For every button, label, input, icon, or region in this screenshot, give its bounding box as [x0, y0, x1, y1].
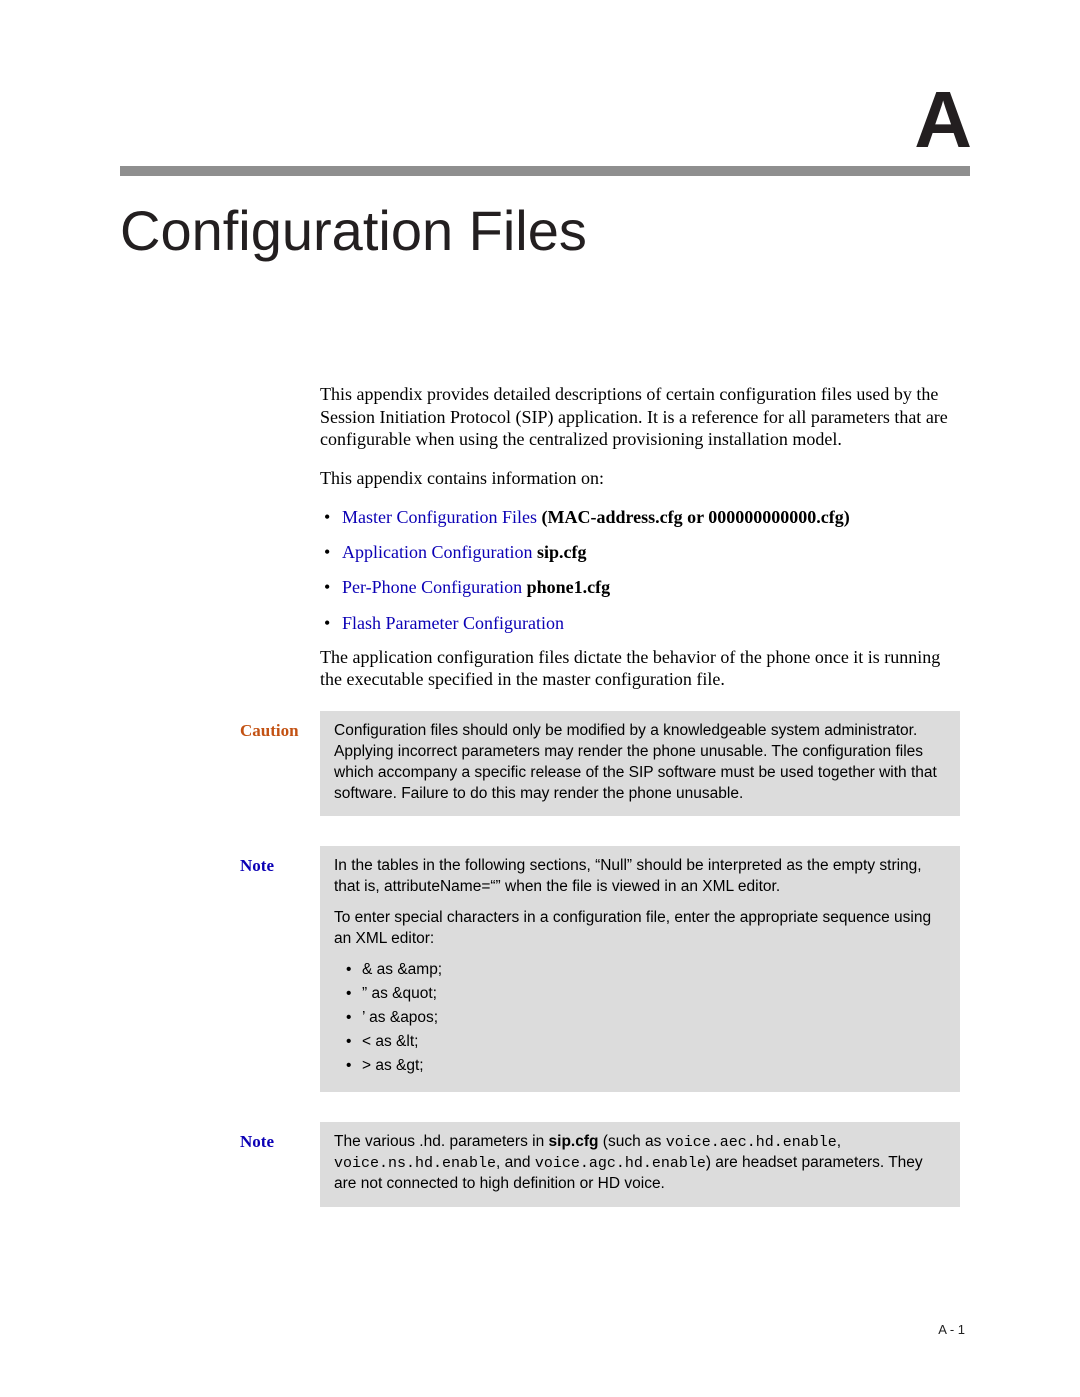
- note1-p1: In the tables in the following sections,…: [334, 856, 946, 898]
- note1-p2: To enter special characters in a configu…: [334, 908, 946, 950]
- callout-note-1: Note In the tables in the following sect…: [240, 846, 960, 1091]
- caution-text: Configuration files should only be modif…: [334, 721, 946, 805]
- note-label: Note: [240, 846, 320, 1091]
- callout-note-2: Note The various .hd. parameters in sip.…: [240, 1122, 960, 1207]
- escape-list: & as &amp; ” as &quot; ’ as &apos; < as …: [334, 960, 946, 1077]
- note2-mono3: voice.agc.hd.enable: [535, 1155, 706, 1172]
- page-title: Configuration Files: [120, 198, 970, 263]
- list-item: Application Configuration sip.cfg: [342, 540, 960, 565]
- link-flash-param-config[interactable]: Flash Parameter Configuration: [342, 613, 564, 633]
- note2-mid2: ,: [837, 1133, 841, 1150]
- header-rule: [120, 166, 970, 176]
- note2-pre: The various .hd. parameters in: [334, 1133, 549, 1150]
- appendix-letter: A: [120, 80, 970, 160]
- escape-item: < as &lt;: [362, 1032, 946, 1053]
- escape-item: ’ as &apos;: [362, 1008, 946, 1029]
- note-body: The various .hd. parameters in sip.cfg (…: [320, 1122, 960, 1207]
- note-body: In the tables in the following sections,…: [320, 846, 960, 1091]
- caution-label: Caution: [240, 711, 320, 817]
- link-master-config[interactable]: Master Configuration Files: [342, 507, 537, 527]
- page-number: A - 1: [938, 1322, 965, 1337]
- caution-body: Configuration files should only be modif…: [320, 711, 960, 817]
- callout-caution: Caution Configuration files should only …: [240, 711, 960, 817]
- list-item: Flash Parameter Configuration: [342, 611, 960, 636]
- escape-item: ” as &quot;: [362, 984, 946, 1005]
- link-app-config[interactable]: Application Configuration: [342, 542, 532, 562]
- intro-paragraph: This appendix provides detailed descript…: [320, 383, 960, 451]
- note2-mono2: voice.ns.hd.enable: [334, 1155, 496, 1172]
- link-suffix: phone1.cfg: [522, 577, 610, 597]
- link-suffix: sip.cfg: [532, 542, 586, 562]
- note-label: Note: [240, 1122, 320, 1207]
- link-list: Master Configuration Files (MAC-address.…: [320, 505, 960, 636]
- note2-mid1: (such as: [598, 1133, 665, 1150]
- link-per-phone-config[interactable]: Per-Phone Configuration: [342, 577, 522, 597]
- body-column: This appendix provides detailed descript…: [320, 383, 960, 691]
- intro-list-lead: This appendix contains information on:: [320, 467, 960, 490]
- note2-text: The various .hd. parameters in sip.cfg (…: [334, 1132, 946, 1195]
- page: A Configuration Files This appendix prov…: [0, 0, 1080, 1397]
- link-suffix: (MAC-address.cfg or 000000000000.cfg): [537, 507, 850, 527]
- list-item: Master Configuration Files (MAC-address.…: [342, 505, 960, 530]
- note2-mid3: , and: [496, 1154, 535, 1171]
- escape-item: > as &gt;: [362, 1056, 946, 1077]
- note2-mono1: voice.aec.hd.enable: [666, 1134, 837, 1151]
- escape-item: & as &amp;: [362, 960, 946, 981]
- list-item: Per-Phone Configuration phone1.cfg: [342, 575, 960, 600]
- post-list-paragraph: The application configuration files dict…: [320, 646, 960, 691]
- note2-bold1: sip.cfg: [549, 1133, 599, 1150]
